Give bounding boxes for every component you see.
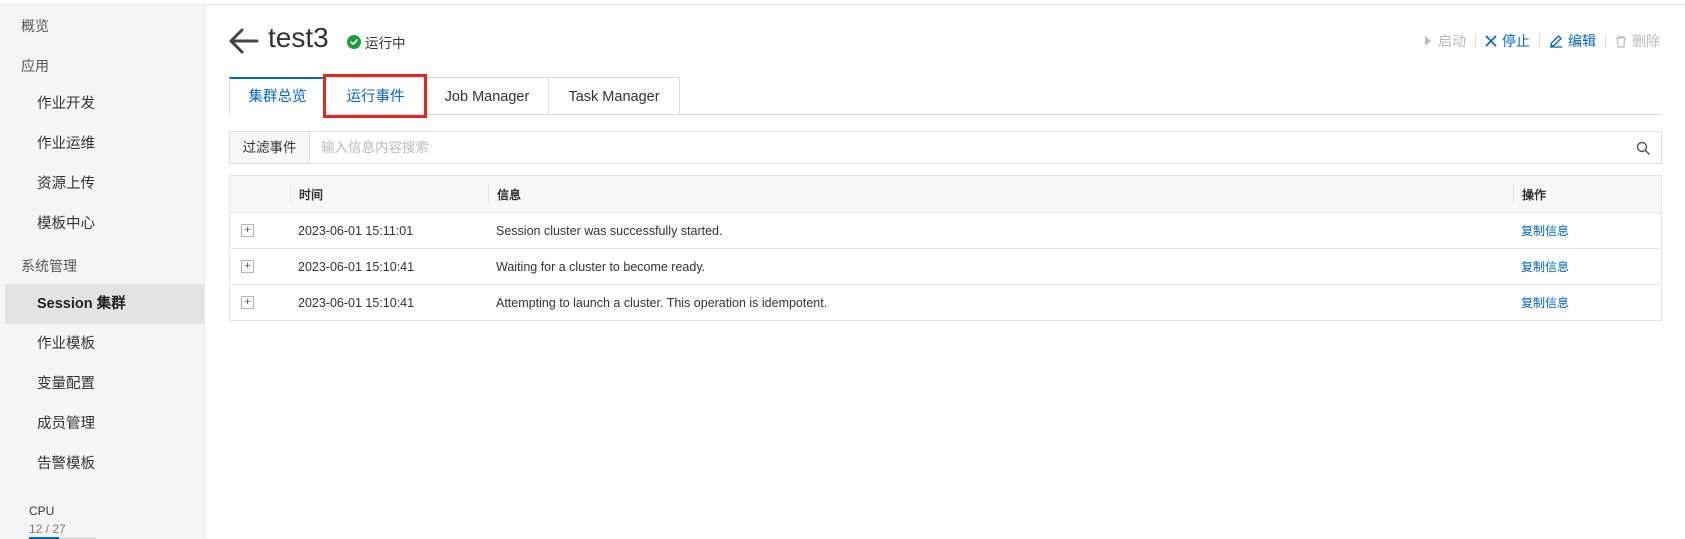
stop-button[interactable]: 停止 <box>1485 31 1530 51</box>
expand-row-icon[interactable]: + <box>241 224 254 237</box>
sidebar-item-session-cluster[interactable]: Session 集群 <box>5 284 204 324</box>
stop-label: 停止 <box>1502 33 1530 49</box>
expand-row-icon[interactable]: + <box>241 260 254 273</box>
sidebar-item-variables[interactable]: 变量配置 <box>5 364 204 404</box>
sidebar-group-system: 系统管理 <box>21 258 77 274</box>
close-icon <box>1485 35 1497 47</box>
search-icon[interactable] <box>1625 132 1661 163</box>
table-row: + 2023-06-01 15:11:01 Session cluster wa… <box>230 212 1661 248</box>
highlight-annotation <box>323 74 427 118</box>
sidebar: 概览 应用 作业开发 作业运维 资源上传 模板中心 系统管理 Session 集… <box>0 5 205 539</box>
trash-icon <box>1615 35 1627 48</box>
sidebar-item-alert-templates[interactable]: 告警模板 <box>5 444 204 484</box>
row-message: Attempting to launch a cluster. This ope… <box>496 295 828 310</box>
cpu-value: 12 / 27 <box>29 522 66 536</box>
row-time: 2023-06-01 15:11:01 <box>298 223 414 238</box>
header-actions: 启动 停止 编辑 删除 <box>1423 31 1660 51</box>
delete-button[interactable]: 删除 <box>1615 31 1660 51</box>
table-row: + 2023-06-01 15:10:41 Waiting for a clus… <box>230 248 1661 284</box>
tab-job-manager[interactable]: Job Manager <box>426 77 549 115</box>
page-title: test3 <box>268 22 329 53</box>
back-arrow-icon[interactable] <box>228 26 260 56</box>
column-header-message: 信息 <box>488 184 1513 204</box>
expand-column-header <box>230 176 290 212</box>
row-message: Session cluster was successfully started… <box>496 223 723 238</box>
event-filter: 过滤事件 <box>229 131 1662 164</box>
table-header: 时间 信息 操作 <box>230 176 1661 212</box>
action-divider <box>1539 34 1540 48</box>
table-row: + 2023-06-01 15:10:41 Attempting to laun… <box>230 284 1661 320</box>
tab-bar: 集群总览 运行事件 Job Manager Task Manager <box>229 77 680 115</box>
expand-row-icon[interactable]: + <box>241 296 254 309</box>
row-time: 2023-06-01 15:10:41 <box>298 295 415 310</box>
sidebar-item-job-dev[interactable]: 作业开发 <box>5 84 204 124</box>
check-circle-icon <box>347 35 361 49</box>
copy-info-link[interactable]: 复制信息 <box>1521 294 1569 311</box>
start-button[interactable]: 启动 <box>1423 31 1466 51</box>
sidebar-group-apps: 应用 <box>21 58 49 74</box>
copy-info-link[interactable]: 复制信息 <box>1521 258 1569 275</box>
row-time: 2023-06-01 15:10:41 <box>298 259 415 274</box>
column-header-action: 操作 <box>1513 184 1661 204</box>
action-divider <box>1475 34 1476 48</box>
row-message: Waiting for a cluster to become ready. <box>496 259 706 274</box>
tab-cluster-overview[interactable]: 集群总览 <box>229 77 326 115</box>
start-label: 启动 <box>1438 33 1466 49</box>
play-icon <box>1423 35 1433 47</box>
cpu-label: CPU <box>29 504 55 518</box>
sidebar-item-job-templates[interactable]: 作业模板 <box>5 324 204 364</box>
edit-button[interactable]: 编辑 <box>1549 31 1596 51</box>
sidebar-item-job-ops[interactable]: 作业运维 <box>5 124 204 164</box>
action-divider <box>1605 34 1606 48</box>
search-input[interactable] <box>310 132 1625 163</box>
status-text: 运行中 <box>365 36 406 51</box>
sidebar-item-overview[interactable]: 概览 <box>21 16 49 36</box>
events-table: 时间 信息 操作 + 2023-06-01 15:11:01 Session c… <box>229 175 1662 321</box>
status-badge: 运行中 <box>347 32 406 52</box>
sidebar-item-resource-upload[interactable]: 资源上传 <box>5 164 204 204</box>
edit-label: 编辑 <box>1568 33 1596 49</box>
delete-label: 删除 <box>1632 33 1660 49</box>
top-divider <box>0 4 1685 5</box>
copy-info-link[interactable]: 复制信息 <box>1521 222 1569 239</box>
pencil-icon <box>1549 34 1563 48</box>
sidebar-item-members[interactable]: 成员管理 <box>5 404 204 444</box>
sidebar-item-template-center[interactable]: 模板中心 <box>5 204 204 244</box>
column-header-time: 时间 <box>290 184 488 204</box>
tab-task-manager[interactable]: Task Manager <box>549 77 680 115</box>
filter-label: 过滤事件 <box>230 132 310 163</box>
